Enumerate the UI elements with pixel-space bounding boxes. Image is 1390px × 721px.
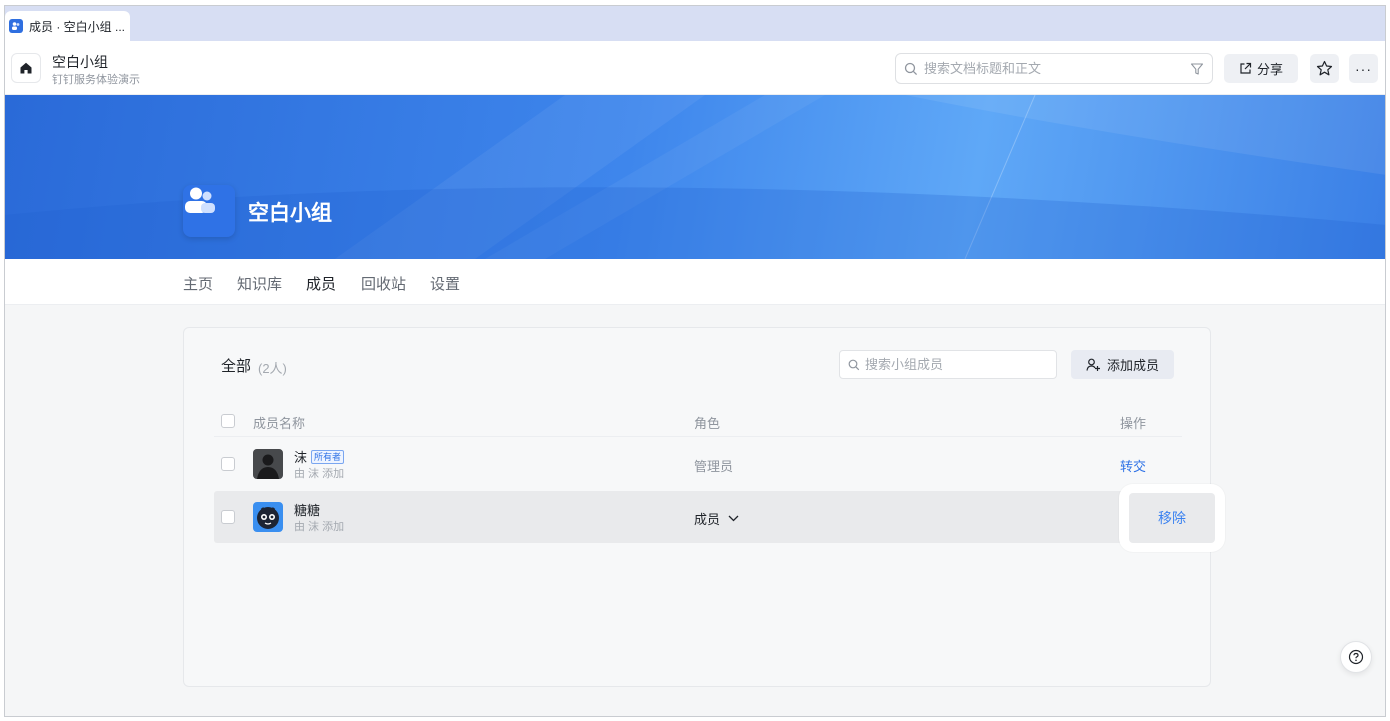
group-banner: 空白小组 xyxy=(5,95,1385,259)
home-icon xyxy=(20,62,32,74)
star-icon xyxy=(1316,60,1333,76)
tab-title: 成员 · 空白小组 ... xyxy=(29,19,126,34)
add-user-icon xyxy=(1086,358,1100,371)
remove-button[interactable]: 移除 xyxy=(1129,493,1215,543)
chevron-down-icon xyxy=(728,515,739,522)
doc-search-box[interactable] xyxy=(895,53,1213,84)
members-panel: 全部 (2人) 添加成员 成员名称 角色 操作 沫 所有者 由 沫 添加 xyxy=(183,327,1225,687)
table-header: 成员名称 角色 操作 xyxy=(214,406,1182,437)
members-count: (2人) xyxy=(258,361,287,376)
avatar xyxy=(253,449,283,479)
help-icon xyxy=(1348,649,1364,665)
role-select[interactable]: 成员 xyxy=(694,509,739,528)
member-name-text: 沫 xyxy=(294,450,308,465)
add-member-button[interactable]: 添加成员 xyxy=(1071,350,1174,379)
remove-label: 移除 xyxy=(1158,510,1186,526)
filter-icon[interactable] xyxy=(1190,62,1204,76)
member-name-text: 糖糖 xyxy=(294,503,321,518)
nav-home[interactable]: 主页 xyxy=(183,273,213,294)
members-title: 全部 xyxy=(221,358,252,375)
search-icon xyxy=(848,359,860,370)
nav-recycle-bin[interactable]: 回收站 xyxy=(361,273,406,294)
nav-members[interactable]: 成员 xyxy=(306,273,336,294)
member-role: 管理员 xyxy=(694,459,734,474)
favorite-button[interactable] xyxy=(1310,54,1339,83)
group-title: 空白小组 xyxy=(248,202,332,225)
remove-highlight: 移除 xyxy=(1119,484,1225,552)
table-row: 沫 所有者 由 沫 添加 管理员 转交 xyxy=(214,438,1182,490)
group-favicon-icon xyxy=(9,19,23,33)
group-icon xyxy=(185,187,215,213)
workspace-subtitle: 钉钉服务体验演示 xyxy=(52,74,140,86)
share-button[interactable]: 分享 xyxy=(1224,54,1298,83)
help-button[interactable] xyxy=(1340,641,1372,673)
more-icon: ··· xyxy=(1355,60,1372,77)
doc-search-input[interactable] xyxy=(924,61,1190,76)
home-button[interactable] xyxy=(11,53,41,83)
share-label: 分享 xyxy=(1256,62,1283,77)
nav-knowledge-base[interactable]: 知识库 xyxy=(237,273,282,294)
group-avatar xyxy=(183,185,235,237)
toolbar: 空白小组 钉钉服务体验演示 分享 ··· xyxy=(5,41,1385,95)
group-nav: 主页 知识库 成员 回收站 设置 xyxy=(5,259,1385,305)
row-checkbox[interactable] xyxy=(221,510,235,524)
member-search-box[interactable] xyxy=(839,350,1057,379)
column-role: 角色 xyxy=(694,416,721,431)
row-checkbox[interactable] xyxy=(221,457,235,471)
browser-tab[interactable]: 成员 · 空白小组 ... xyxy=(5,11,130,41)
browser-window: 成员 · 空白小组 ... 空白小组 钉钉服务体验演示 分享 ··· xyxy=(4,5,1386,717)
avatar xyxy=(253,502,283,532)
search-icon xyxy=(904,62,918,75)
member-added-by: 由 沫 添加 xyxy=(294,521,345,533)
member-name: 糖糖 xyxy=(294,500,320,519)
nav-settings[interactable]: 设置 xyxy=(430,273,460,294)
column-name: 成员名称 xyxy=(253,416,306,431)
member-search-input[interactable] xyxy=(865,357,1048,372)
owner-badge: 所有者 xyxy=(311,449,345,464)
column-action: 操作 xyxy=(1120,416,1147,431)
table-row: 糖糖 由 沫 添加 成员 移除 xyxy=(214,484,1225,552)
share-icon xyxy=(1240,62,1252,74)
member-name: 沫 所有者 xyxy=(294,447,345,466)
workspace-name: 空白小组 xyxy=(52,54,108,70)
more-button[interactable]: ··· xyxy=(1349,54,1378,83)
tab-strip: 成员 · 空白小组 ... xyxy=(5,6,1385,41)
transfer-link[interactable]: 转交 xyxy=(1120,456,1146,475)
add-member-label: 添加成员 xyxy=(1106,358,1159,373)
select-all-checkbox[interactable] xyxy=(221,414,235,428)
member-added-by: 由 沫 添加 xyxy=(294,468,345,480)
role-select-value: 成员 xyxy=(694,512,721,527)
